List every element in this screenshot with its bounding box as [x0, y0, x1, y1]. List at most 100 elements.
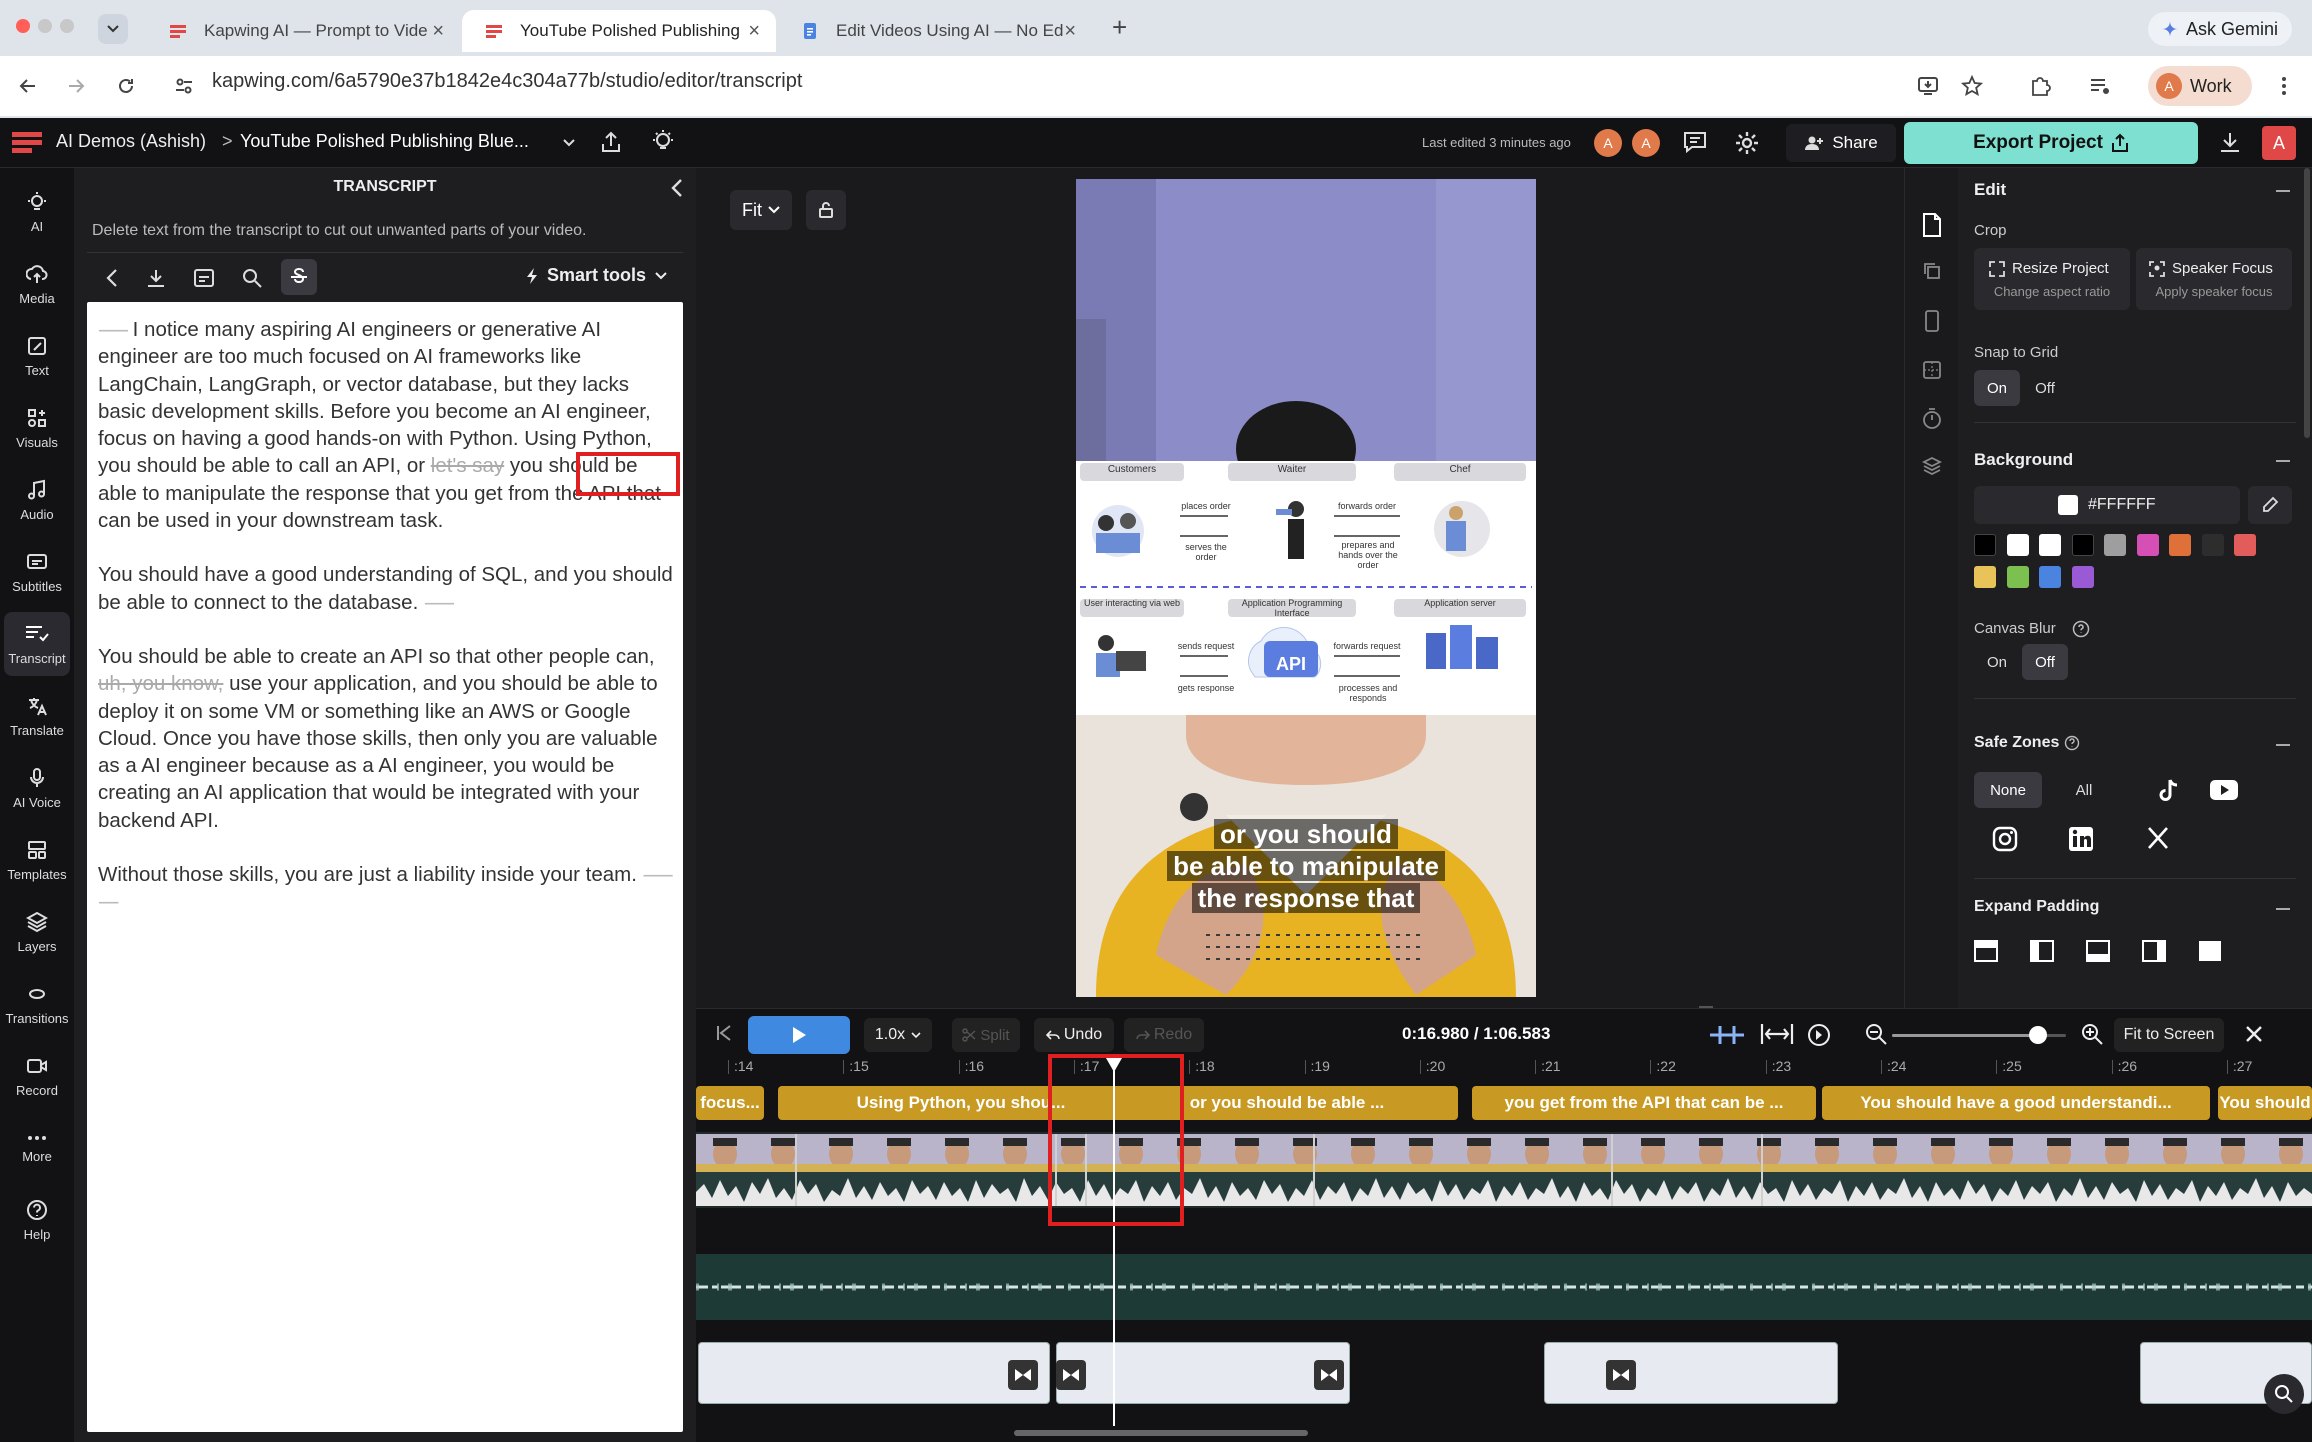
- transcript-text[interactable]: You should have a good understanding of …: [98, 563, 673, 613]
- sidebar-item-text[interactable]: Text: [0, 324, 74, 388]
- transcript-text[interactable]: You should be able to create an API so t…: [98, 645, 655, 668]
- sidebar-item-audio[interactable]: Audio: [0, 468, 74, 532]
- overlay-clip[interactable]: [1544, 1342, 1838, 1404]
- youtube-icon[interactable]: [2210, 780, 2238, 800]
- caption-chip[interactable]: focus...: [696, 1086, 764, 1120]
- sidebar-item-layers[interactable]: Layers: [0, 900, 74, 964]
- transcript-text[interactable]: use your application, and you should be …: [98, 672, 658, 831]
- install-app-button[interactable]: [1912, 70, 1944, 102]
- transcript-paragraph[interactable]: You should have a good understanding of …: [98, 561, 673, 616]
- transition-marker[interactable]: [1008, 1360, 1038, 1390]
- maximize-window-button[interactable]: [60, 19, 74, 33]
- padding-right-icon[interactable]: [2142, 940, 2166, 962]
- deleted-text[interactable]: uh, you know,: [98, 672, 223, 695]
- skip-back-icon[interactable]: [716, 1024, 732, 1042]
- grid-icon[interactable]: [1922, 360, 1942, 380]
- color-swatch[interactable]: [2039, 566, 2061, 588]
- caption-overlay[interactable]: or you should be able to manipulate the …: [1076, 819, 1536, 913]
- color-swatch[interactable]: [1974, 566, 1996, 588]
- collapse-panel-icon[interactable]: [670, 178, 684, 198]
- user-avatar[interactable]: A: [2262, 126, 2296, 160]
- resize-project-button[interactable]: Resize Project Change aspect ratio: [1974, 248, 2130, 310]
- color-swatch[interactable]: [2006, 534, 2029, 556]
- close-tab-icon[interactable]: ×: [1064, 20, 1076, 43]
- split-button[interactable]: Split: [952, 1018, 1020, 1052]
- snap-on-toggle[interactable]: On: [1974, 370, 2020, 406]
- collapse-icon[interactable]: [2276, 460, 2290, 462]
- site-info-button[interactable]: [168, 70, 200, 102]
- back-arrow-icon[interactable]: [105, 268, 119, 288]
- collaborator-avatar[interactable]: A: [1632, 129, 1660, 157]
- caption-chip[interactable]: You should have a good understandi...: [1822, 1086, 2210, 1120]
- forward-button[interactable]: [60, 70, 92, 102]
- video-canvas[interactable]: Customers Waiter Chef places order serve…: [1076, 179, 1536, 997]
- tiktok-icon[interactable]: [2156, 778, 2180, 804]
- color-swatch[interactable]: [2136, 534, 2159, 556]
- silence-marker[interactable]: ------: [98, 318, 129, 341]
- comment-icon[interactable]: [1682, 130, 1708, 154]
- duplicate-icon[interactable]: [1923, 262, 1941, 280]
- fit-to-screen-button[interactable]: Fit to Screen: [2114, 1018, 2224, 1052]
- safe-zone-none[interactable]: None: [1974, 772, 2042, 808]
- timer-icon[interactable]: [1922, 408, 1942, 430]
- panel-scrollbar[interactable]: [2304, 168, 2310, 438]
- project-title[interactable]: YouTube Polished Publishing Blue...: [240, 131, 529, 152]
- zoom-in-icon[interactable]: [2080, 1022, 2104, 1046]
- collapse-icon[interactable]: [2276, 744, 2290, 746]
- background-color-field[interactable]: #FFFFFF: [1974, 486, 2240, 524]
- video-track[interactable]: [696, 1132, 2312, 1208]
- kapwing-logo-icon[interactable]: [12, 130, 46, 156]
- overlay-clip[interactable]: [1056, 1342, 1350, 1404]
- sidebar-item-record[interactable]: Record: [0, 1044, 74, 1108]
- lock-ratio-button[interactable]: [806, 190, 846, 230]
- x-twitter-icon[interactable]: [2146, 826, 2170, 850]
- close-tab-icon[interactable]: ×: [432, 20, 444, 43]
- sidebar-item-templates[interactable]: Templates: [0, 828, 74, 892]
- sidebar-item-translate[interactable]: Translate: [0, 684, 74, 748]
- phone-icon[interactable]: [1925, 310, 1939, 332]
- transition-marker[interactable]: [1314, 1360, 1344, 1390]
- export-project-button[interactable]: Export Project: [1904, 122, 2198, 164]
- play-button[interactable]: [748, 1016, 850, 1054]
- strikethrough-button[interactable]: [281, 259, 317, 295]
- snap-off-toggle[interactable]: Off: [2022, 370, 2068, 406]
- profile-button[interactable]: A Work: [2148, 66, 2252, 106]
- minimize-window-button[interactable]: [38, 19, 52, 33]
- safe-zone-all[interactable]: All: [2062, 772, 2106, 808]
- color-swatch[interactable]: [2234, 534, 2256, 556]
- sidebar-item-help[interactable]: Help: [0, 1188, 74, 1252]
- padding-bottom-icon[interactable]: [2086, 940, 2110, 962]
- color-swatch[interactable]: [2071, 534, 2094, 556]
- undo-button[interactable]: Undo: [1034, 1018, 1114, 1052]
- silence-marker[interactable]: ------: [424, 591, 455, 614]
- color-swatch[interactable]: [2169, 534, 2191, 556]
- transcript-paragraph[interactable]: You should be able to create an API so t…: [98, 643, 673, 834]
- extensions-button[interactable]: [2024, 70, 2056, 102]
- bookmark-button[interactable]: [1956, 70, 1988, 102]
- zoom-slider-handle[interactable]: [2029, 1026, 2048, 1044]
- transcript-text[interactable]: Without those skills, you are just a lia…: [98, 863, 643, 886]
- transition-marker[interactable]: [1056, 1360, 1086, 1390]
- color-swatch[interactable]: [2201, 534, 2224, 556]
- speed-dropdown[interactable]: 1.0x: [864, 1018, 932, 1052]
- url-field[interactable]: kapwing.com/6a5790e37b1842e4c304a77b/stu…: [212, 70, 802, 93]
- media-control-button[interactable]: [2084, 70, 2116, 102]
- help-icon[interactable]: [2072, 620, 2090, 638]
- color-swatch[interactable]: [2071, 566, 2094, 588]
- browser-tab-kapwing-ai[interactable]: Kapwing AI — Prompt to Vide ×: [146, 10, 460, 52]
- padding-top-icon[interactable]: [1974, 940, 1998, 962]
- smart-tools-button[interactable]: Smart tools: [525, 265, 668, 286]
- color-swatch[interactable]: [2104, 534, 2126, 556]
- deleted-text[interactable]: let's say: [431, 454, 504, 477]
- eyedropper-button[interactable]: [2248, 486, 2292, 524]
- download-icon[interactable]: [145, 267, 167, 289]
- search-timeline-button[interactable]: [2264, 1374, 2304, 1414]
- magnet-icon[interactable]: [1708, 1022, 1746, 1048]
- audio-track[interactable]: [696, 1254, 2312, 1320]
- speaker-focus-button[interactable]: Speaker Focus Apply speaker focus: [2136, 248, 2292, 310]
- sidebar-item-more[interactable]: More: [0, 1116, 74, 1180]
- caption-chip[interactable]: you get from the API that can be ...: [1472, 1086, 1816, 1120]
- lightbulb-icon[interactable]: [650, 128, 676, 154]
- browser-tab-youtube-polished[interactable]: YouTube Polished Publishing ×: [462, 10, 776, 52]
- back-button[interactable]: [12, 70, 44, 102]
